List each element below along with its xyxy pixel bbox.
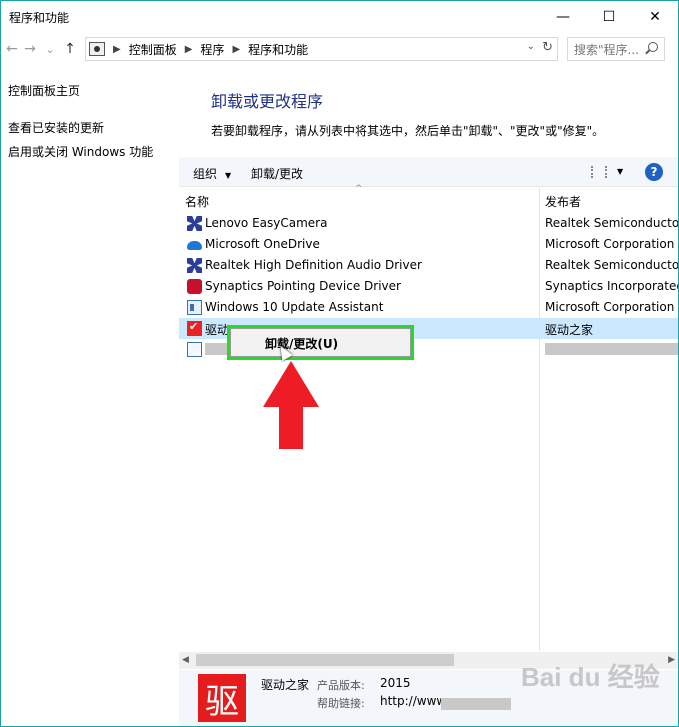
program-name: 驱动 xyxy=(205,323,230,337)
column-header: ^ 名称 发布者 xyxy=(179,184,678,212)
program-name: Realtek High Definition Audio Driver xyxy=(205,258,422,272)
table-row[interactable]: Windows 10 Update Assistant Microsoft Co… xyxy=(179,297,678,318)
up-arrow-icon[interactable]: ↑ xyxy=(61,38,79,60)
refresh-icon[interactable]: ↻ xyxy=(542,40,553,55)
watermark: Bai du 经验 xyxy=(521,662,660,692)
caret-down-icon: ▼ xyxy=(225,171,232,180)
windows-update-icon xyxy=(187,300,202,315)
lenovo-icon xyxy=(187,216,202,231)
program-publisher: Realtek Semiconductor xyxy=(545,258,678,272)
link-installed-updates[interactable]: 查看已安装的更新 xyxy=(8,119,104,136)
chevron-right-icon: ▶ xyxy=(232,43,241,55)
red-arrow-icon xyxy=(263,361,319,449)
program-name: Synaptics Pointing Device Driver xyxy=(205,279,401,293)
breadcrumb-control-panel[interactable]: 控制面板 xyxy=(129,41,177,58)
program-publisher: Microsoft Corporation xyxy=(545,300,675,314)
program-name: Windows 10 Update Assistant xyxy=(205,300,384,314)
details-version-value: 2015 xyxy=(380,676,411,690)
view-options-icon[interactable] xyxy=(591,166,607,178)
minimize-button[interactable]: — xyxy=(540,1,586,33)
page-description: 若要卸载程序，请从列表中将其选中，然后单击"卸载"、"更改"或"修复"。 xyxy=(211,124,605,138)
link-control-panel-home[interactable]: 控制面板主页 xyxy=(8,82,80,99)
address-bar[interactable]: ▶ 控制面板 ▶ 程序 ▶ 程序和功能 ⌄ ↻ xyxy=(85,37,558,61)
page-title: 卸载或更改程序 xyxy=(211,92,324,111)
scroll-thumb[interactable] xyxy=(196,654,454,666)
close-button[interactable]: ✕ xyxy=(632,1,678,33)
search-icon[interactable] xyxy=(648,42,658,52)
chevron-down-icon[interactable]: ⌄ xyxy=(527,41,535,52)
programs-window: 程序和功能 — ☐ ✕ ← → ⌄ ↑ ▶ 控制面板 ▶ 程序 ▶ 程序和功能 … xyxy=(0,0,679,727)
details-help-link[interactable]: http://www xyxy=(380,694,446,708)
program-publisher: 驱动之家 xyxy=(545,323,594,337)
link-windows-features[interactable]: 启用或关闭 Windows 功能 xyxy=(8,143,153,160)
context-menu: 卸载/更改(U) xyxy=(230,328,411,357)
qudong-icon xyxy=(187,320,202,336)
title-bar: 程序和功能 — ☐ ✕ xyxy=(1,1,678,33)
caret-down-icon[interactable]: ▼ xyxy=(617,167,623,176)
navigation-bar: ← → ⌄ ↑ ▶ 控制面板 ▶ 程序 ▶ 程序和功能 ⌄ ↻ 搜索"程序... xyxy=(1,35,678,63)
chevron-right-icon: ▶ xyxy=(184,43,193,55)
table-row[interactable]: Realtek High Definition Audio Driver Rea… xyxy=(179,255,678,276)
help-icon[interactable]: ? xyxy=(645,163,663,181)
forward-arrow-icon[interactable]: → xyxy=(21,38,39,60)
program-publisher: Realtek Semiconductor xyxy=(545,216,678,230)
qudong-app-icon: 驱 xyxy=(198,674,246,722)
maximize-button[interactable]: ☐ xyxy=(586,1,632,33)
organize-label: 组织 xyxy=(193,167,218,181)
uninstall-change-button[interactable]: 卸载/更改 xyxy=(251,165,303,182)
scroll-left-icon[interactable]: ◀ xyxy=(182,655,189,665)
details-version-label: 产品版本: xyxy=(317,679,365,692)
search-input[interactable]: 搜索"程序... xyxy=(567,37,665,61)
onedrive-icon xyxy=(187,241,202,250)
breadcrumb-programs[interactable]: 程序 xyxy=(200,41,224,58)
redacted-link xyxy=(441,698,511,710)
details-help-label: 帮助链接: xyxy=(317,697,365,710)
recent-locations-icon[interactable]: ⌄ xyxy=(41,38,59,60)
organize-button[interactable]: 组织 ▼ xyxy=(193,165,231,182)
redacted-publisher xyxy=(545,343,678,355)
table-row[interactable]: Lenovo EasyCamera Realtek Semiconductor xyxy=(179,213,678,234)
sort-caret-icon: ^ xyxy=(355,184,363,194)
control-panel-icon xyxy=(89,42,105,56)
program-name: Microsoft OneDrive xyxy=(205,237,320,251)
search-placeholder: 搜索"程序... xyxy=(574,42,639,57)
table-row[interactable]: Synaptics Pointing Device Driver Synapti… xyxy=(179,276,678,297)
table-row[interactable]: Microsoft OneDrive Microsoft Corporation xyxy=(179,234,678,255)
program-publisher: Synaptics Incorporated xyxy=(545,279,678,293)
toolbar: 组织 ▼ 卸载/更改 ▼ ? xyxy=(179,157,678,187)
breadcrumb-programs-features[interactable]: 程序和功能 xyxy=(248,41,308,58)
program-icon xyxy=(187,342,202,357)
program-name: Lenovo EasyCamera xyxy=(205,216,328,230)
column-name[interactable]: 名称 xyxy=(185,193,209,210)
chevron-right-icon: ▶ xyxy=(113,43,121,55)
realtek-icon xyxy=(187,258,202,273)
left-pane: 控制面板主页 查看已安装的更新 启用或关闭 Windows 功能 xyxy=(1,63,179,726)
details-app-name: 驱动之家 xyxy=(261,678,310,692)
column-publisher[interactable]: 发布者 xyxy=(545,193,581,210)
program-publisher: Microsoft Corporation xyxy=(545,237,675,251)
back-arrow-icon[interactable]: ← xyxy=(3,38,21,60)
window-title: 程序和功能 xyxy=(9,11,70,25)
scroll-right-icon[interactable]: ▶ xyxy=(668,655,675,665)
synaptics-icon xyxy=(187,279,202,294)
